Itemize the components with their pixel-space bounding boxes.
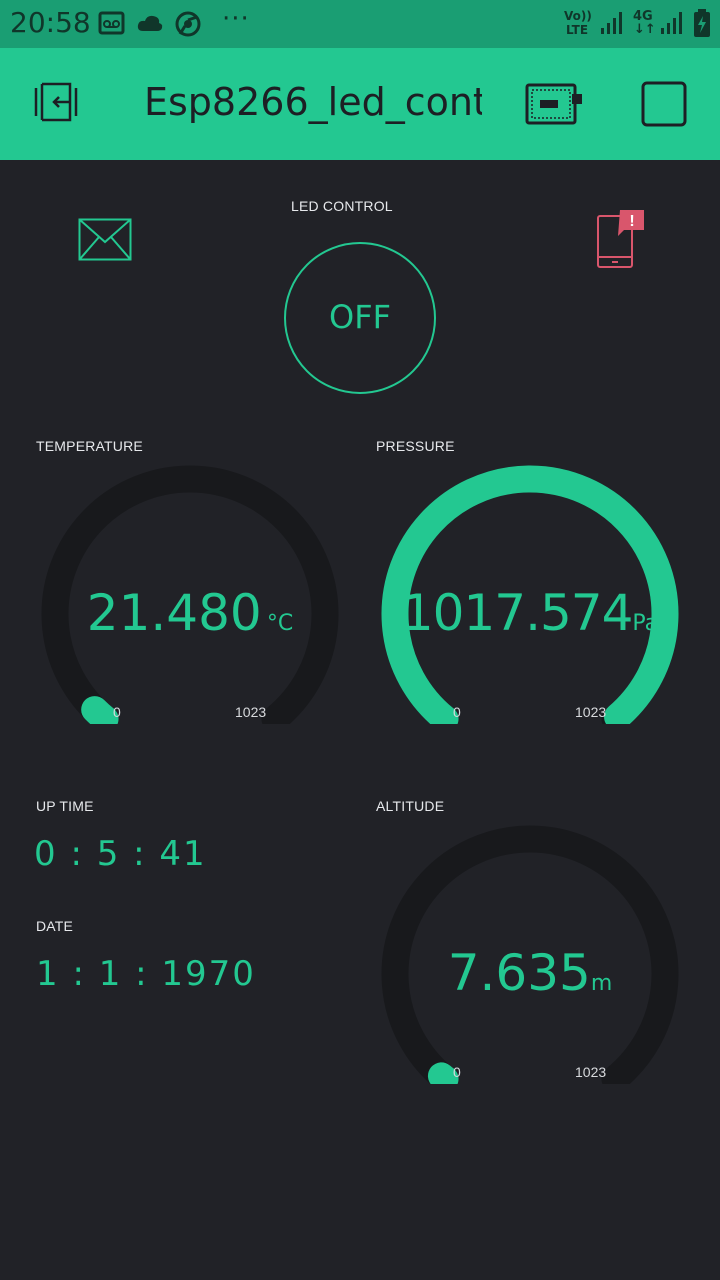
altitude-value-group: 7.635m: [380, 944, 680, 1002]
uptime-value: 0 : 5 : 41: [34, 834, 207, 874]
signal-icon-1: [601, 12, 622, 34]
pressure-unit: Pa: [632, 611, 659, 636]
svg-text:!: !: [629, 213, 634, 230]
temperature-unit: °C: [266, 611, 294, 636]
temperature-max: 1023: [235, 704, 267, 720]
temperature-label: TEMPERATURE: [36, 438, 143, 454]
altitude-unit: m: [590, 971, 613, 996]
exit-icon[interactable]: [30, 78, 84, 128]
altitude-max: 1023: [575, 1064, 607, 1080]
project-title: Esp8266_led_control: [144, 80, 482, 124]
temperature-gauge-fill: [81, 696, 119, 724]
stop-icon[interactable]: [640, 80, 688, 128]
cloud-icon: [137, 15, 163, 31]
device-icon[interactable]: [524, 82, 586, 126]
email-icon[interactable]: [78, 218, 134, 262]
data-arrows-icon: ↓↑: [634, 22, 656, 37]
temperature-value: 21.480: [86, 584, 262, 642]
altitude-value: 7.635: [447, 944, 591, 1002]
temperature-value-group: 21.480 °C: [40, 584, 340, 642]
battery-charging-icon: [694, 9, 710, 37]
pressure-value-group: 1017.574Pa: [380, 584, 680, 642]
phone-notification-icon[interactable]: !: [594, 208, 646, 270]
app-bar: Esp8266_led_control: [0, 48, 720, 160]
altitude-label: ALTITUDE: [376, 798, 445, 814]
signal-icon-2: [661, 12, 682, 34]
led-toggle-label: OFF: [329, 298, 391, 336]
voicemail-icon: [98, 11, 125, 35]
chrome-icon: [175, 11, 201, 37]
pressure-max: 1023: [575, 704, 607, 720]
status-bar: 20:58 ··· Vo)) LTE 4G ↓↑: [0, 0, 720, 48]
pressure-value: 1017.574: [401, 584, 634, 642]
altitude-gauge-fill: [427, 1062, 459, 1084]
lte-label: LTE: [566, 23, 589, 37]
volte-label: Vo)): [564, 9, 592, 23]
led-toggle-button[interactable]: OFF: [284, 242, 436, 394]
altitude-min: 0: [453, 1064, 461, 1080]
date-value: 1 : 1 : 1970: [36, 954, 256, 994]
pressure-min: 0: [453, 704, 461, 720]
uptime-label: UP TIME: [36, 798, 94, 814]
led-control-label: LED CONTROL: [291, 198, 393, 214]
pressure-label: PRESSURE: [376, 438, 455, 454]
status-time: 20:58: [10, 6, 91, 39]
more-notifications-icon: ···: [222, 4, 250, 34]
date-label: DATE: [36, 918, 74, 934]
temperature-min: 0: [113, 704, 121, 720]
